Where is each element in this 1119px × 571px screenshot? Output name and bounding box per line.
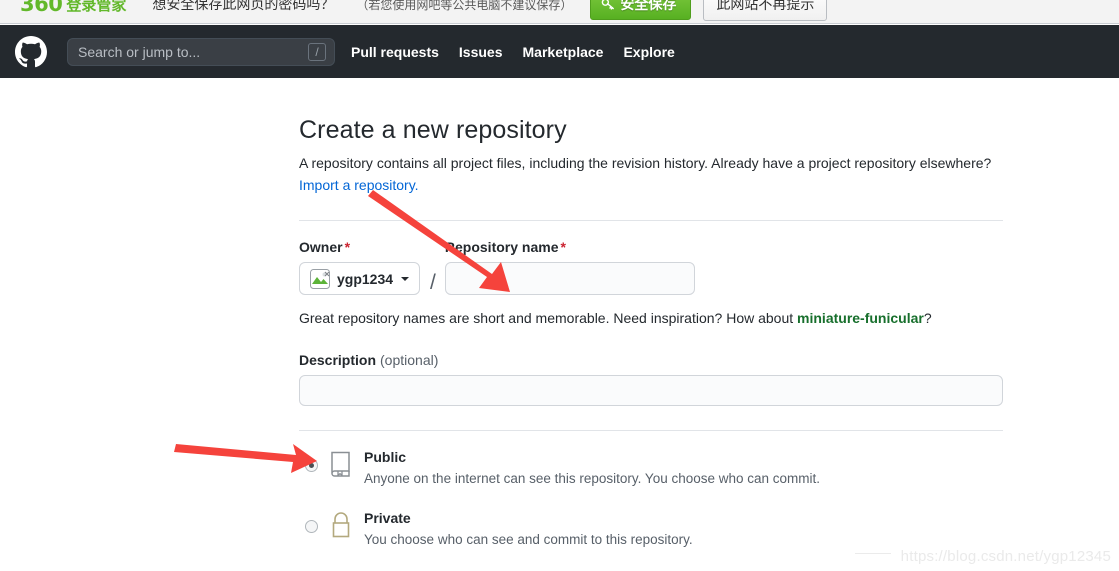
key-icon [601,0,615,11]
caret-down-icon [401,276,410,281]
private-option-title: Private [364,509,411,526]
divider-visibility [299,430,1003,432]
import-repository-link[interactable]: Import a repository. [299,177,419,193]
visibility-options: Public Anyone on the internet can see th… [299,447,1003,550]
annotation-arrow-to-public-radio [174,444,317,473]
secure-save-button[interactable]: 安全保存 [590,0,692,20]
repo-book-icon [329,451,353,482]
description-optional-text: (optional) [380,352,439,369]
visibility-option-private[interactable]: Private You choose who can see and commi… [299,508,1003,550]
header-nav: Pull requests Issues Marketplace Explore [351,44,675,60]
watermark: https://blog.csdn.net/ygp12345 [900,548,1111,565]
page-root: 360 登录管家 想安全保存此网页的密码吗？ （若您使用网吧等公共电脑不建议保存… [0,0,1119,571]
public-radio[interactable] [305,459,318,473]
owner-name-separator: / [430,271,436,295]
search-placeholder: Search or jump to... [78,43,201,60]
repository-name-input[interactable] [444,262,695,296]
public-option-title: Public [364,449,407,466]
dismiss-site-button[interactable]: 此网站不再提示 [703,0,828,21]
github-mark-icon[interactable] [15,35,47,68]
owner-dropdown[interactable]: ygp1234 [299,262,421,296]
nav-issues[interactable]: Issues [459,44,503,60]
owner-and-name-row: Owner * ygp1234 / Repository name * [299,239,1003,296]
broken-image-avatar-icon [310,268,330,289]
owner-required-mark: * [344,239,351,256]
private-radio[interactable] [305,519,318,533]
repository-name-label-text: Repository name [444,239,559,256]
password-save-note: （若您使用网吧等公共电脑不建议保存） [356,0,573,12]
nav-explore[interactable]: Explore [623,44,674,60]
divider-top [299,220,1003,222]
password-save-question: 想安全保存此网页的密码吗？ [152,0,335,12]
private-option-text: Private You choose who can see and commi… [364,508,693,550]
brand-360-logo: 360 [20,0,63,16]
public-option-description: Anyone on the internet can see this repo… [364,471,821,487]
description-input[interactable] [299,375,1003,407]
search-input[interactable]: Search or jump to... / [67,37,335,66]
page-subtitle: A repository contains all project files,… [299,153,1003,196]
repository-name-hint-suffix: ? [923,310,932,327]
repository-name-label: Repository name * [445,239,695,255]
private-option-description: You choose who can see and commit to thi… [364,531,693,547]
owner-name: ygp1234 [337,270,394,287]
brand-360-subtitle: 登录管家 [66,0,127,14]
description-label-text: Description [299,352,377,369]
owner-field: Owner * ygp1234 [299,239,421,296]
public-option-text: Public Anyone on the internet can see th… [364,447,820,489]
repository-name-field: Repository name * [444,239,695,296]
description-label: Description (optional) [299,352,1003,368]
repository-name-required-mark: * [560,239,566,256]
lock-icon [329,511,353,543]
repository-name-suggestion[interactable]: miniature-funicular [797,310,924,326]
repository-name-hint: Great repository names are short and mem… [299,310,1003,326]
nav-marketplace[interactable]: Marketplace [523,44,604,60]
github-header: Search or jump to... / Pull requests Iss… [0,25,1119,78]
page-subtitle-text: A repository contains all project files,… [299,155,992,171]
slash-shortcut-key: / [308,42,326,61]
description-field: Description (optional) [299,352,1003,407]
watermark-line [855,553,891,554]
secure-save-button-label: 安全保存 [620,0,677,12]
owner-label: Owner * [299,239,420,255]
visibility-option-public[interactable]: Public Anyone on the internet can see th… [299,447,1003,489]
nav-pull-requests[interactable]: Pull requests [351,44,439,60]
create-repository-form: Create a new repository A repository con… [299,90,1003,571]
password-manager-bar: 360 登录管家 想安全保存此网页的密码吗？ （若您使用网吧等公共电脑不建议保存… [0,0,1119,24]
repository-name-hint-prefix: Great repository names are short and mem… [299,310,798,327]
owner-label-text: Owner [299,239,343,256]
page-title: Create a new repository [299,116,567,144]
